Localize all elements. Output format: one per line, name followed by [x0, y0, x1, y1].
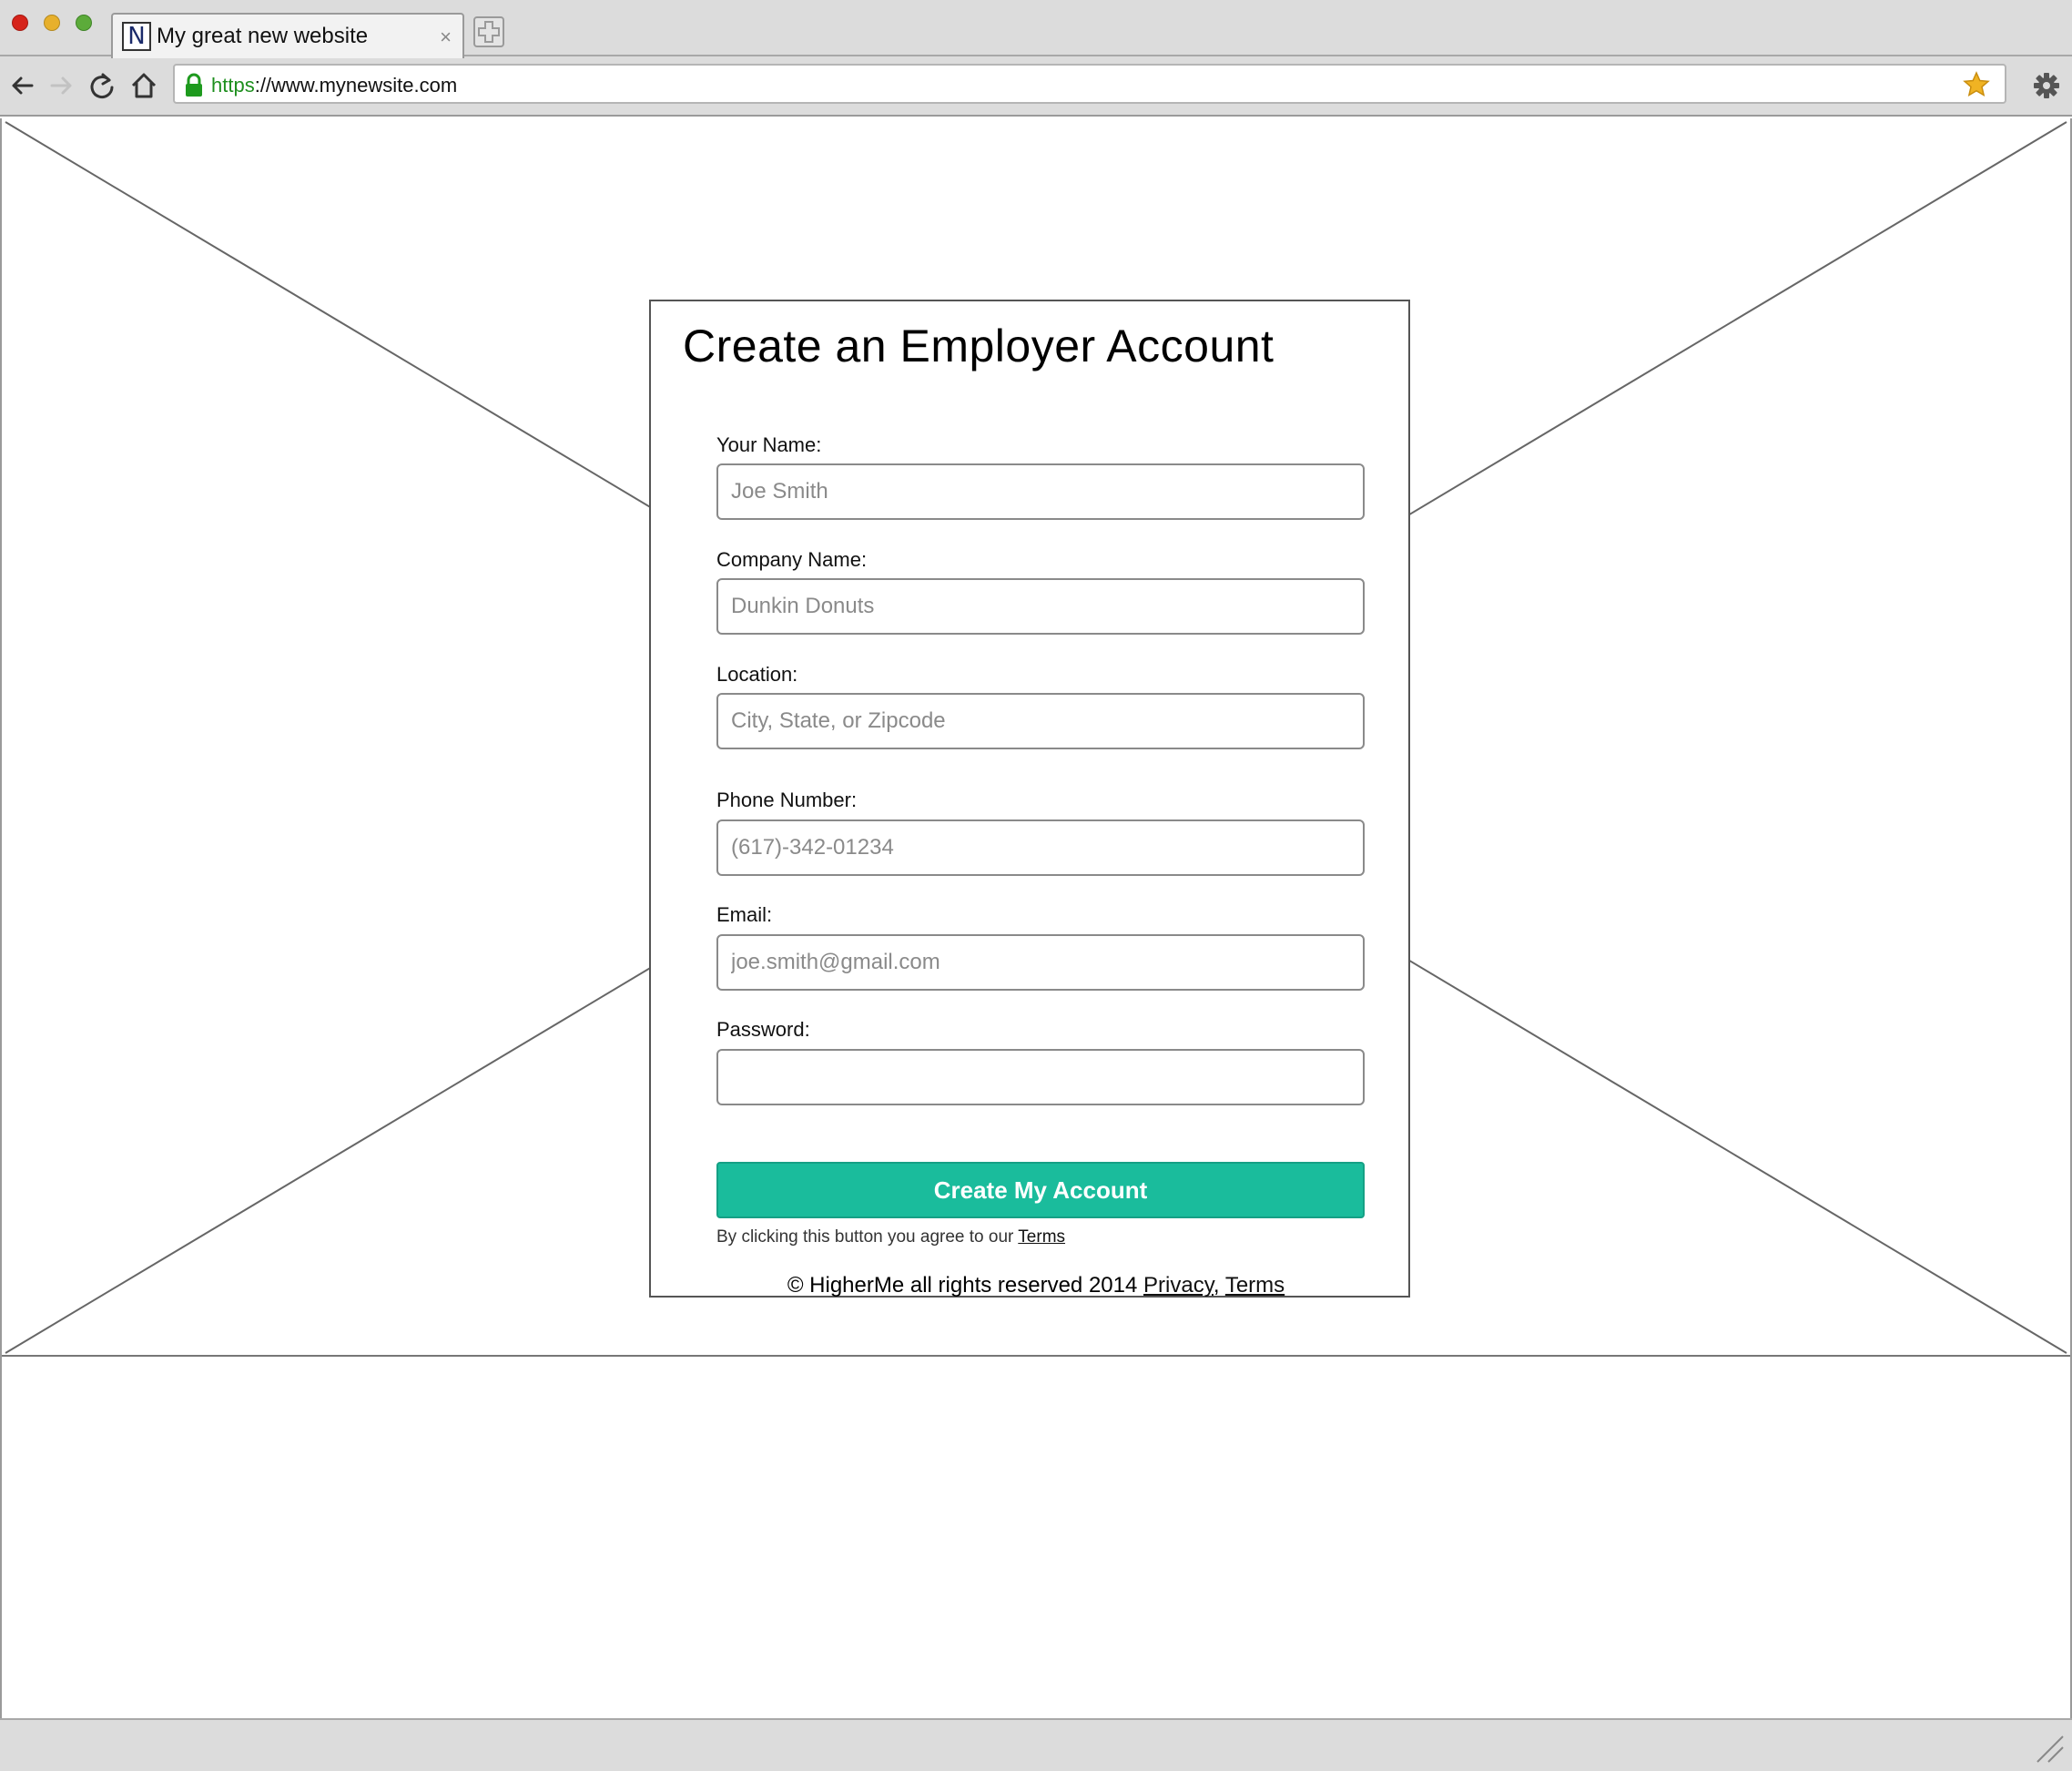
company-input[interactable]: [716, 578, 1365, 635]
page-footer: © HigherMe all rights reserved 2014 Priv…: [2, 1273, 2070, 1298]
forward-icon: [50, 76, 72, 95]
home-button[interactable]: [127, 69, 160, 102]
back-button[interactable]: [5, 69, 38, 102]
footer-terms-link[interactable]: Terms: [1225, 1273, 1285, 1298]
new-tab-icon: [478, 21, 500, 43]
reload-icon: [90, 73, 114, 99]
star-icon[interactable]: [1963, 71, 1990, 98]
close-window-button[interactable]: [12, 15, 28, 31]
url-host: ://www.mynewsite.com: [254, 74, 458, 97]
reload-button[interactable]: [86, 69, 118, 102]
location-input[interactable]: [716, 693, 1365, 749]
new-tab-button[interactable]: [473, 16, 504, 47]
location-label: Location:: [716, 663, 798, 686]
image-placeholder: Create an Employer Account Your Name: Co…: [2, 118, 2070, 1357]
agree-prefix: By clicking this button you agree to our: [716, 1227, 1014, 1247]
browser-tab[interactable]: N My great new website ×: [111, 13, 464, 58]
resize-grip-icon[interactable]: [2030, 1729, 2067, 1766]
copyright-text: © HigherMe all rights reserved 2014: [787, 1273, 1138, 1298]
terms-agreement: By clicking this button you agree to our…: [716, 1227, 1065, 1247]
forward-button[interactable]: [46, 69, 78, 102]
browser-chrome: N My great new website × https://www.myn…: [0, 0, 2072, 117]
browser-viewport: Create an Employer Account Your Name: Co…: [0, 118, 2072, 1718]
settings-button[interactable]: [2028, 67, 2065, 104]
tab-close-icon[interactable]: ×: [440, 25, 452, 49]
lock-icon: [186, 73, 202, 97]
phone-input[interactable]: [716, 819, 1365, 876]
password-label: Password:: [716, 1018, 810, 1041]
agree-terms-link[interactable]: Terms: [1018, 1227, 1065, 1247]
form-title: Create an Employer Account: [683, 321, 1275, 372]
footer-separator: ,: [1213, 1273, 1220, 1298]
name-input[interactable]: [716, 463, 1365, 520]
gear-icon: [2034, 73, 2059, 98]
phone-label: Phone Number:: [716, 789, 858, 811]
maximize-window-button[interactable]: [76, 15, 92, 31]
privacy-link[interactable]: Privacy: [1143, 1273, 1214, 1298]
email-input[interactable]: [716, 934, 1365, 991]
status-bar: [0, 1718, 2072, 1771]
signup-card: Create an Employer Account Your Name: Co…: [649, 300, 1410, 1298]
password-input[interactable]: [716, 1049, 1365, 1105]
tab-title: My great new website: [157, 24, 369, 48]
minimize-window-button[interactable]: [44, 15, 60, 31]
url-scheme: https: [211, 74, 255, 97]
tab-strip: N My great new website ×: [0, 0, 2072, 58]
home-icon: [131, 73, 157, 98]
name-label: Your Name:: [716, 433, 822, 456]
favicon-icon: N: [122, 22, 151, 51]
back-icon: [12, 76, 34, 95]
create-account-button[interactable]: Create My Account: [716, 1162, 1365, 1218]
email-label: Email:: [716, 903, 773, 926]
company-label: Company Name:: [716, 548, 868, 571]
address-bar[interactable]: https://www.mynewsite.com: [173, 64, 2006, 104]
url-text: https://www.mynewsite.com: [211, 74, 457, 97]
